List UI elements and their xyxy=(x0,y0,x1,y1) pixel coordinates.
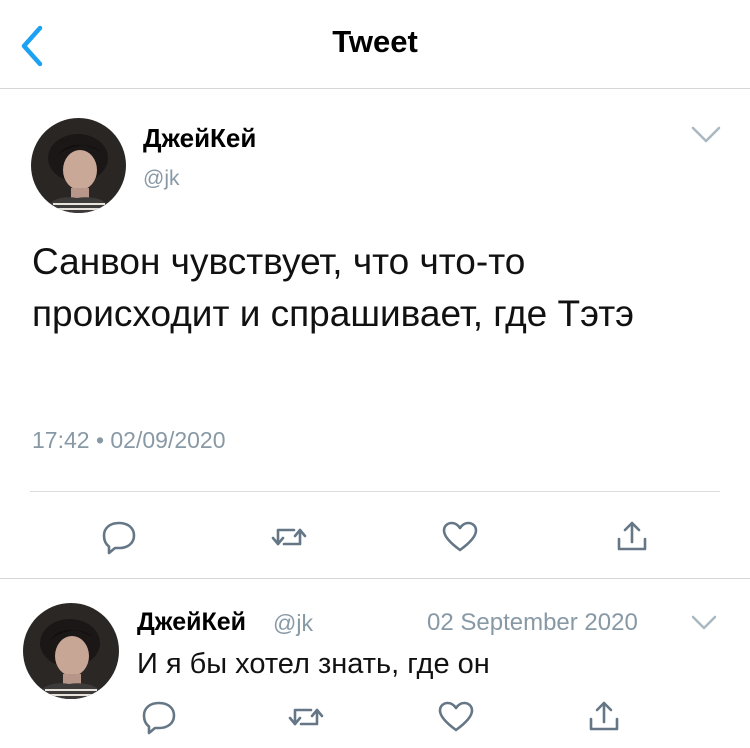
chevron-down-icon[interactable] xyxy=(690,124,722,146)
retweet-icon[interactable] xyxy=(269,517,309,557)
tweet-text: Санвон чувствует, что что-то происходит … xyxy=(32,241,635,334)
tweet-timestamp[interactable]: 17:42 • 02/09/2020 xyxy=(32,427,226,454)
reply-icon[interactable] xyxy=(139,697,179,737)
reply-text: И я бы хотел знать, где он xyxy=(137,648,490,680)
like-icon[interactable] xyxy=(436,697,476,737)
reply-icon[interactable] xyxy=(99,517,139,557)
page-title: Tweet xyxy=(332,24,418,59)
author-handle[interactable]: @jk xyxy=(143,167,179,191)
reply-author-name[interactable]: ДжейКей xyxy=(137,608,246,637)
author-name[interactable]: ДжейКей xyxy=(143,123,256,154)
retweet-icon[interactable] xyxy=(286,697,326,737)
reply-date[interactable]: 02 September 2020 xyxy=(427,609,638,637)
avatar[interactable] xyxy=(31,118,126,213)
section-separator xyxy=(0,578,750,579)
like-icon[interactable] xyxy=(440,517,480,557)
chevron-down-icon[interactable] xyxy=(690,613,718,633)
avatar[interactable] xyxy=(23,603,119,699)
share-icon[interactable] xyxy=(584,697,624,737)
reply-author-handle[interactable]: @jk xyxy=(273,610,313,637)
share-icon[interactable] xyxy=(612,517,652,557)
divider xyxy=(30,491,720,492)
